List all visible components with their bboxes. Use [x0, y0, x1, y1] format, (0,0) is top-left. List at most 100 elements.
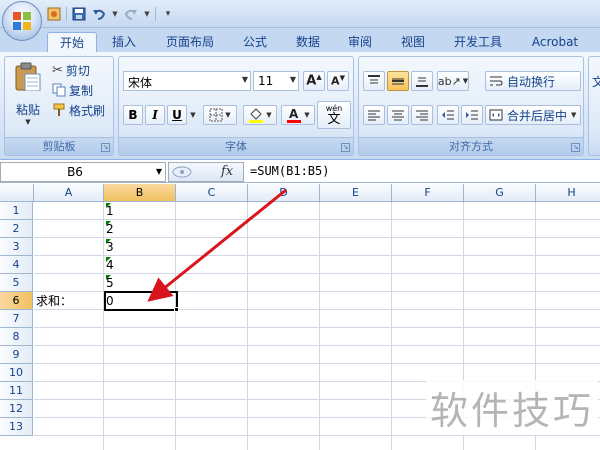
shrink-font-button[interactable]: A▼ [327, 71, 349, 91]
formula-bar: B6 ▼ fx =SUM(B1:B5) [0, 161, 600, 183]
merge-center-dropdown-icon[interactable]: ▼ [571, 111, 576, 119]
save-icon[interactable] [71, 6, 87, 22]
cell-A6[interactable]: 求和： [34, 292, 104, 310]
font-color-button[interactable]: A ▼ [281, 105, 315, 125]
cell-B3[interactable]: 3 [104, 238, 176, 256]
tab-insert[interactable]: 插入 [101, 32, 147, 52]
clipboard-dialog-launcher-icon[interactable]: ↘ [101, 143, 110, 152]
fill-color-dropdown-icon[interactable]: ▼ [266, 111, 271, 119]
column-header-B[interactable]: B [104, 184, 176, 202]
align-center-icon [392, 110, 404, 121]
column-header-H[interactable]: H [536, 184, 600, 202]
tab-formulas[interactable]: 公式 [232, 32, 278, 52]
undo-dropdown-icon[interactable]: ▼ [111, 6, 119, 22]
name-box-dropdown-icon[interactable]: ▼ [156, 167, 162, 176]
row-header-6[interactable]: 6 [0, 292, 33, 310]
column-header-C[interactable]: C [176, 184, 248, 202]
row-header-8[interactable]: 8 [0, 328, 33, 346]
row-header-12[interactable]: 12 [0, 400, 33, 418]
alignment-group: ab↗ ▼ 自动换行 合并后居中 ▼ 对齐方式 ↘ [358, 56, 584, 156]
align-top-button[interactable] [363, 71, 385, 91]
font-size-dropdown-icon[interactable]: ▼ [290, 75, 296, 84]
cell-B1[interactable]: 1 [104, 202, 176, 220]
row-header-3[interactable]: 3 [0, 238, 33, 256]
qat-separator [155, 7, 156, 21]
row-header-5[interactable]: 5 [0, 274, 33, 292]
font-size-value: 11 [258, 74, 274, 88]
formula-input[interactable]: =SUM(B1:B5) [250, 164, 329, 178]
underline-dropdown-icon[interactable]: ▼ [188, 107, 198, 123]
column-header-F[interactable]: F [392, 184, 464, 202]
row-header-11[interactable]: 11 [0, 382, 33, 400]
alignment-dialog-launcher-icon[interactable]: ↘ [571, 143, 580, 152]
scissors-icon: ✂ [52, 62, 63, 78]
row-header-9[interactable]: 9 [0, 346, 33, 364]
phonetic-guide-button[interactable]: wén 文 [317, 101, 351, 129]
align-right-button[interactable] [411, 105, 433, 125]
tab-review[interactable]: 审阅 [337, 32, 383, 52]
underline-button[interactable]: U [167, 105, 187, 125]
cell-B4[interactable]: 4 [104, 256, 176, 274]
paste-dropdown-icon[interactable]: ▼ [25, 118, 30, 126]
align-middle-button[interactable] [387, 71, 409, 91]
column-header-G[interactable]: G [464, 184, 536, 202]
column-header-D[interactable]: D [248, 184, 320, 202]
grow-font-button[interactable]: A▲ [303, 71, 325, 91]
tab-developer[interactable]: 开发工具 [443, 32, 513, 52]
increase-indent-button[interactable] [461, 105, 483, 125]
tab-page-layout[interactable]: 页面布局 [155, 32, 225, 52]
fill-color-button[interactable]: ▼ [243, 105, 277, 125]
insert-function-icon[interactable]: fx [221, 164, 233, 179]
format-painter-button[interactable]: 格式刷 [51, 101, 106, 119]
copy-button[interactable]: 复制 [51, 81, 94, 99]
office-button[interactable] [2, 1, 42, 41]
align-left-button[interactable] [363, 105, 385, 125]
wrap-text-button[interactable]: 自动换行 [485, 71, 581, 91]
decrease-indent-button[interactable] [437, 105, 459, 125]
active-cell-border[interactable] [104, 291, 178, 311]
merge-center-button[interactable]: 合并后居中 ▼ [485, 105, 581, 125]
borders-button[interactable]: ▼ [203, 105, 237, 125]
orientation-dropdown-icon[interactable]: ▼ [463, 77, 468, 85]
select-all-corner[interactable] [0, 184, 34, 202]
qat-customize-icon[interactable]: ▾ [160, 6, 176, 22]
office-logo-icon [13, 12, 31, 30]
paste-button[interactable]: 粘贴 ▼ [9, 61, 47, 127]
row-header-10[interactable]: 10 [0, 364, 33, 382]
font-name-combo[interactable]: 宋体 ▼ [123, 71, 251, 91]
fill-handle[interactable] [174, 307, 179, 312]
column-header-E[interactable]: E [320, 184, 392, 202]
cut-button[interactable]: ✂ 剪切 [51, 61, 91, 79]
cell-B5[interactable]: 5 [104, 274, 176, 292]
italic-button[interactable]: I [145, 105, 165, 125]
column-header-A[interactable]: A [34, 184, 104, 202]
cell-B2[interactable]: 2 [104, 220, 176, 238]
customize-icon[interactable] [46, 6, 62, 22]
font-dialog-launcher-icon[interactable]: ↘ [341, 143, 350, 152]
row-header-7[interactable]: 7 [0, 310, 33, 328]
merge-center-label: 合并后居中 [507, 108, 568, 123]
tab-acrobat[interactable]: Acrobat [522, 32, 588, 52]
expand-formula-icon[interactable] [171, 165, 193, 179]
align-bottom-button[interactable] [411, 71, 433, 91]
undo-icon[interactable] [91, 6, 107, 22]
font-name-dropdown-icon[interactable]: ▼ [242, 75, 248, 84]
font-color-dropdown-icon[interactable]: ▼ [304, 111, 309, 119]
tab-view[interactable]: 视图 [390, 32, 436, 52]
orientation-button[interactable]: ab↗ ▼ [437, 71, 469, 91]
bold-button[interactable]: B [123, 105, 143, 125]
align-center-button[interactable] [387, 105, 409, 125]
number-format-partial-text[interactable]: 文 [592, 73, 600, 90]
row-header-4[interactable]: 4 [0, 256, 33, 274]
tab-home[interactable]: 开始 [47, 32, 97, 52]
tab-data[interactable]: 数据 [285, 32, 331, 52]
name-box[interactable]: B6 ▼ [0, 162, 166, 182]
align-bottom-icon [416, 77, 428, 87]
font-size-combo[interactable]: 11 ▼ [253, 71, 299, 91]
row-header-1[interactable]: 1 [0, 202, 33, 220]
borders-dropdown-icon[interactable]: ▼ [225, 111, 230, 119]
redo-dropdown-icon[interactable]: ▼ [143, 6, 151, 22]
redo-icon[interactable] [123, 6, 139, 22]
row-header-2[interactable]: 2 [0, 220, 33, 238]
row-header-13[interactable]: 13 [0, 418, 33, 436]
